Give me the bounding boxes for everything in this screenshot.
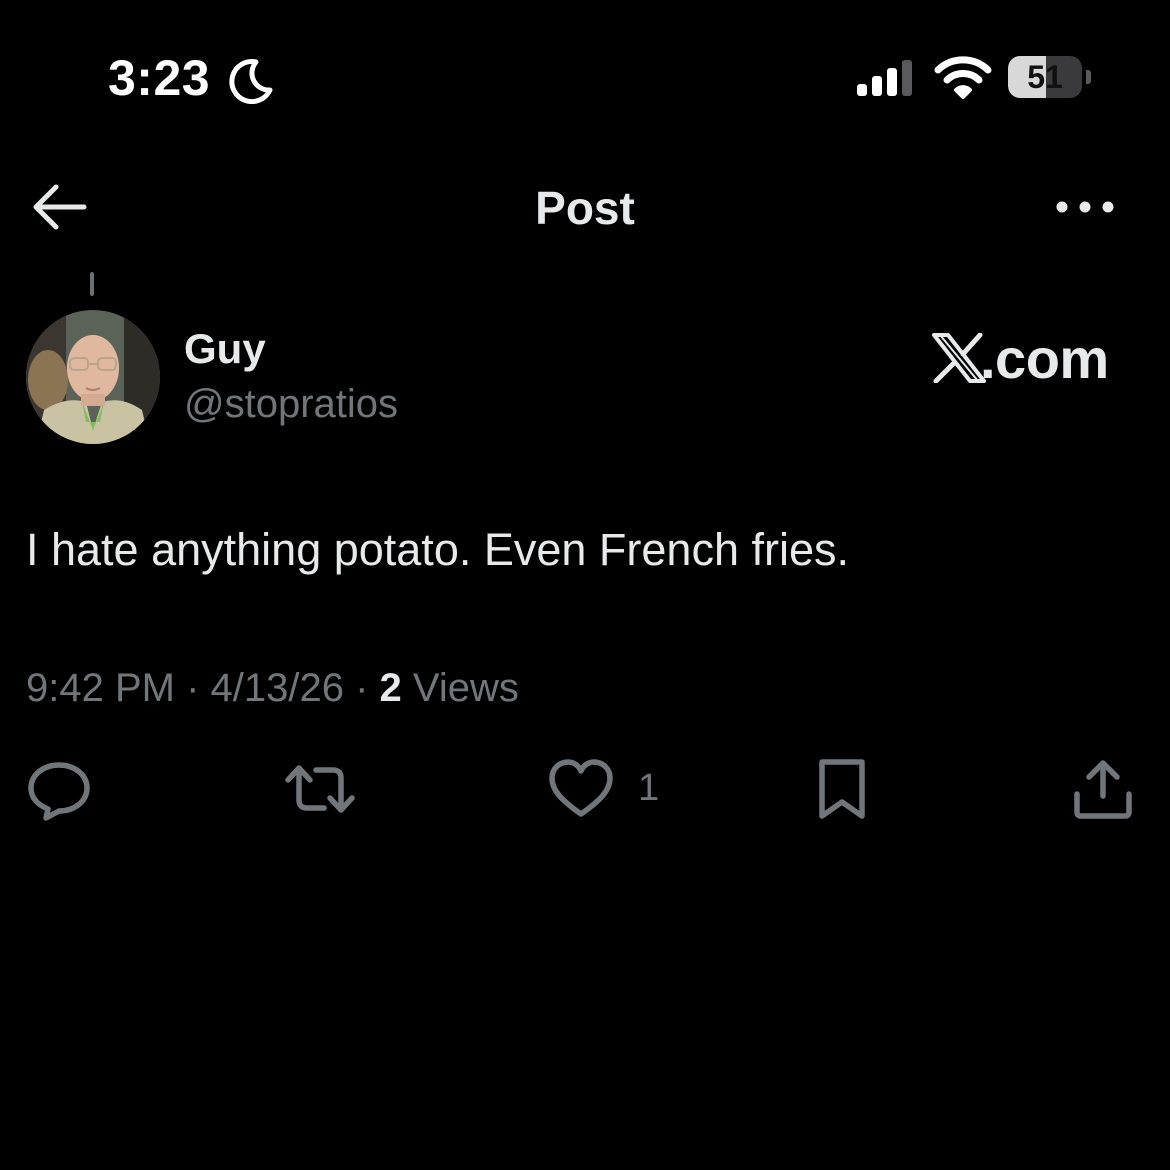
like-count: 1	[638, 767, 660, 809]
post-text: I hate anything potato. Even French frie…	[26, 524, 849, 575]
meta-separator: ·	[174, 666, 211, 710]
post-time[interactable]: 9:42 PM	[26, 666, 175, 710]
more-options-icon[interactable]	[1054, 190, 1116, 224]
author-display-name[interactable]: Guy	[184, 322, 266, 376]
reply-icon	[28, 762, 90, 821]
cellular-signal-icon	[857, 60, 912, 96]
thread-connector	[90, 272, 94, 296]
meta-separator: ·	[343, 666, 380, 710]
battery-icon: 51	[1008, 56, 1094, 100]
watermark-domain: .com	[980, 327, 1109, 390]
page-title: Post	[535, 182, 635, 234]
bookmark-icon	[819, 759, 865, 819]
avatar[interactable]	[26, 310, 160, 444]
moon-icon	[229, 59, 273, 104]
share-icon	[1074, 760, 1132, 819]
avatar-photo	[26, 310, 160, 444]
repost-icon	[285, 765, 355, 813]
reply-button[interactable]	[26, 756, 92, 822]
views-count: 2	[379, 666, 402, 710]
status-time: 3:23	[108, 50, 211, 106]
author-handle[interactable]: @stopratios	[184, 378, 398, 430]
views-label: Views	[401, 666, 519, 710]
post-meta: 9:42 PM · 4/13/26 · 2 Views	[26, 660, 519, 716]
bookmark-button[interactable]	[814, 756, 870, 822]
back-arrow-icon[interactable]	[28, 180, 90, 234]
share-button[interactable]	[1072, 756, 1134, 822]
heart-icon	[549, 759, 613, 817]
like-button[interactable]: 1	[548, 756, 668, 822]
x-logo-icon	[932, 333, 986, 383]
wifi-icon	[934, 56, 992, 99]
post-date[interactable]: 4/13/26	[211, 666, 344, 710]
repost-button[interactable]	[284, 756, 356, 822]
battery-level: 51	[1027, 59, 1063, 95]
